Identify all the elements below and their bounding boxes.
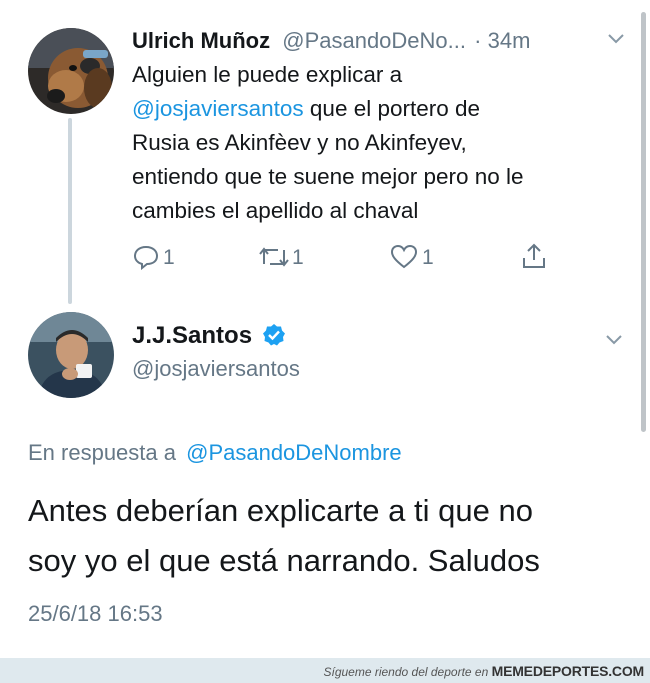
scrollbar[interactable]	[641, 12, 646, 432]
reply-to-line: En respuesta a @PasandoDeNombre	[28, 440, 402, 466]
chevron-down-icon[interactable]	[607, 33, 625, 45]
tweet1-handle[interactable]: @PasandoDeNo...	[282, 28, 466, 53]
tweet1-separator: ·	[474, 28, 482, 53]
person-photo-icon	[28, 312, 114, 398]
verified-badge-icon	[262, 324, 285, 346]
mention-link[interactable]: @josjaviersantos	[132, 96, 304, 121]
share-icon	[523, 243, 545, 268]
avatar-jjsantos[interactable]	[28, 312, 114, 398]
watermark-brand: MEMEDEPORTES.COM	[491, 663, 645, 679]
chevron-down-icon[interactable]	[605, 334, 623, 346]
tweet1-time[interactable]: 34m	[488, 28, 531, 53]
retweet-count: 1	[292, 246, 304, 269]
avatar-ulrich[interactable]	[28, 28, 114, 114]
tweet2-timestamp[interactable]: 25/6/18 16:53	[28, 601, 163, 627]
tweet1-text: Alguien le puede explicar a @josjaviersa…	[132, 58, 524, 228]
dog-photo-icon	[28, 28, 114, 114]
tweet2-handle[interactable]: @josjaviersantos	[132, 356, 300, 382]
tweet2-line2: soy yo el que está narrando. Saludos	[28, 543, 540, 578]
retweet-button[interactable]: 1	[258, 242, 318, 272]
watermark-prefix: Sígueте riendo del deporte en	[323, 665, 489, 679]
tweet1-line1: Alguien le puede explicar a	[132, 62, 403, 87]
reply-button[interactable]: 1	[133, 242, 183, 272]
tweet-thread: Ulrich Muñoz @PasandoDeNo... · 34m Algui…	[0, 0, 650, 683]
watermark: Sígueте riendo del deporte en MEMEDEPORT…	[323, 663, 644, 679]
retweet-icon	[259, 247, 289, 267]
tweet1-header: Ulrich Muñoz @PasandoDeNo... · 34m	[132, 28, 530, 54]
reply-icon	[133, 245, 159, 270]
tweet2-display-name[interactable]: J.J.Santos	[132, 322, 252, 349]
reply-count: 1	[163, 246, 175, 269]
like-icon	[390, 244, 418, 269]
tweet1-line3: Rusia es Akinfèev y no Akinfeyev,	[132, 130, 467, 155]
tweet1-line2: @josjaviersantos que el portero de	[132, 96, 481, 121]
tweet2-line1: Antes deberían explicarte a ti que no	[28, 493, 533, 528]
like-button[interactable]: 1	[390, 242, 440, 272]
tweet1-line4: entiendo que te suene mejor pero no le	[132, 164, 524, 189]
like-count: 1	[422, 246, 434, 269]
reply-to-prefix: En respuesta a	[28, 440, 176, 465]
tweet1-actions: 1 1 1	[0, 238, 650, 278]
tweet1-line5: cambies el apellido al chaval	[132, 198, 419, 223]
tweet2-header: J.J.Santos @josjaviersantos	[132, 322, 300, 382]
tweet2-text: Antes deberían explicarte a ti que no so…	[28, 486, 540, 586]
reply-to-handle[interactable]: @PasandoDeNombre	[186, 440, 402, 465]
share-button[interactable]	[520, 242, 550, 272]
tweet1-display-name[interactable]: Ulrich Muñoz	[132, 28, 270, 53]
